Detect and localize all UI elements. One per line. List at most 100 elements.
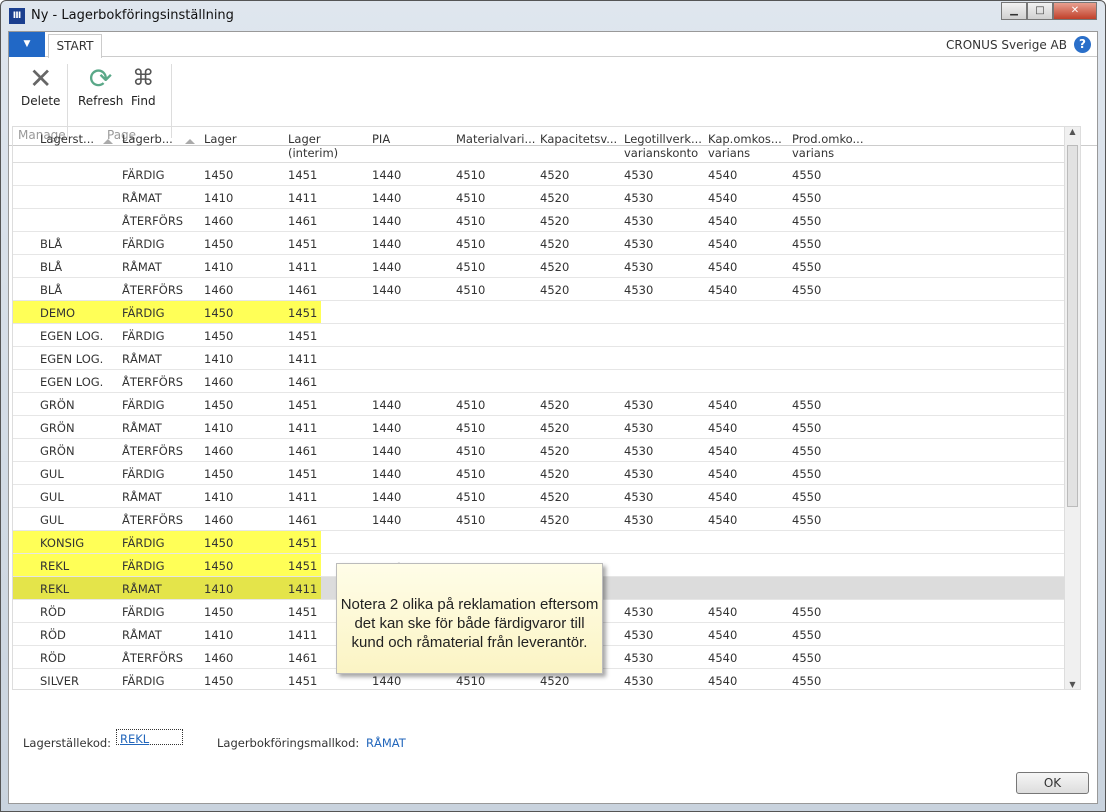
table-cell: 1440 xyxy=(372,490,402,504)
table-cell: 1451 xyxy=(288,237,318,251)
binoculars-icon: ⌘ xyxy=(132,66,155,91)
table-cell: RÅMAT xyxy=(122,490,162,504)
table-cell: 4550 xyxy=(792,490,822,504)
table-cell: 4520 xyxy=(540,674,570,688)
table-cell: 4550 xyxy=(792,674,822,688)
minimize-button[interactable]: ▁ xyxy=(1001,2,1027,20)
table-cell: RÖD xyxy=(40,628,66,642)
maximize-button[interactable]: □ xyxy=(1027,2,1053,20)
table-cell: 1411 xyxy=(288,260,318,274)
table-row[interactable]: GUL ÅTERFÖRS 1460 1461 1440 4510 4520 4530 4540 4… xyxy=(13,508,1065,531)
table-cell: 1440 xyxy=(372,260,402,274)
table-cell: 4520 xyxy=(540,283,570,297)
table-cell: 1440 xyxy=(372,467,402,481)
table-row[interactable]: EGEN LOG. RÅMAT 1410 1411 xyxy=(13,347,1065,370)
table-cell: EGEN LOG. xyxy=(40,375,104,389)
column-header[interactable]: Kapacitetsv... xyxy=(540,132,617,146)
app-menu-button[interactable]: ▼ xyxy=(9,32,45,57)
table-row[interactable]: DEMO FÄRDIG 1450 1451 xyxy=(13,301,1065,324)
table-cell: 4510 xyxy=(456,421,486,435)
table-cell: EGEN LOG. xyxy=(40,329,104,343)
table-cell: 1411 xyxy=(288,582,318,596)
template-code-link[interactable]: RÅMAT xyxy=(366,736,406,750)
tab-start[interactable]: START xyxy=(48,34,102,58)
column-header[interactable]: Lagerb... xyxy=(122,132,173,146)
table-row[interactable]: GRÖN ÅTERFÖRS 1460 1461 1440 4510 4520 4530 4540… xyxy=(13,439,1065,462)
table-cell: 1460 xyxy=(204,513,234,527)
table-row[interactable]: BLÅ FÄRDIG 1450 1451 1440 4510 4520 4530 4540 455… xyxy=(13,232,1065,255)
table-cell: 4540 xyxy=(708,191,738,205)
column-header[interactable]: Materialvari... xyxy=(456,132,535,146)
table-cell: 1460 xyxy=(204,214,234,228)
column-header[interactable]: Prod.omko... varians xyxy=(792,132,864,160)
table-cell: 1461 xyxy=(288,513,318,527)
table-cell: 1440 xyxy=(372,191,402,205)
table-cell: 4520 xyxy=(540,191,570,205)
table-cell: RÖD xyxy=(40,605,66,619)
scrollbar-thumb[interactable] xyxy=(1067,145,1078,507)
app-logo-icon: Ⅲ xyxy=(9,8,25,24)
column-header[interactable]: Lager xyxy=(204,132,237,146)
table-cell: 1451 xyxy=(288,398,318,412)
vertical-scrollbar[interactable]: ▲ ▼ xyxy=(1064,127,1080,689)
table-cell: 4540 xyxy=(708,651,738,665)
column-header[interactable]: Lager (interim) xyxy=(288,132,338,160)
table-cell: 4540 xyxy=(708,467,738,481)
table-cell: REKL xyxy=(40,559,70,573)
table-row[interactable]: GUL FÄRDIG 1450 1451 1440 4510 4520 4530 4540 455… xyxy=(13,462,1065,485)
table-row[interactable]: RÅMAT 1410 1411 1440 4510 4520 4530 4540 4550 xyxy=(13,186,1065,209)
refresh-button[interactable]: ⟳ Refresh xyxy=(78,64,123,109)
column-header[interactable]: PIA xyxy=(372,132,390,146)
table-cell: 1461 xyxy=(288,444,318,458)
table-cell: 4540 xyxy=(708,260,738,274)
table-cell: 4520 xyxy=(540,444,570,458)
table-cell: 1450 xyxy=(204,536,234,550)
table-cell: 1451 xyxy=(288,536,318,550)
table-row[interactable]: BLÅ ÅTERFÖRS 1460 1461 1440 4510 4520 4530 4540 4… xyxy=(13,278,1065,301)
table-cell: GRÖN xyxy=(40,444,75,458)
delete-button[interactable]: ✕ Delete xyxy=(21,64,60,109)
table-cell: 1460 xyxy=(204,283,234,297)
find-button[interactable]: ⌘ Find xyxy=(131,64,156,108)
table-cell: 1450 xyxy=(204,605,234,619)
table-cell: 4540 xyxy=(708,490,738,504)
table-row[interactable]: GRÖN RÅMAT 1410 1411 1440 4510 4520 4530 4540 455… xyxy=(13,416,1065,439)
table-cell: 4530 xyxy=(624,168,654,182)
table-cell: 1450 xyxy=(204,168,234,182)
table-cell: 1440 xyxy=(372,444,402,458)
table-cell: GRÖN xyxy=(40,398,75,412)
table-cell: 1450 xyxy=(204,467,234,481)
table-cell: RÅMAT xyxy=(122,352,162,366)
column-header[interactable]: Lagerst... xyxy=(40,132,94,146)
table-cell: 1411 xyxy=(288,191,318,205)
table-cell: 4530 xyxy=(624,260,654,274)
table-cell: 1450 xyxy=(204,674,234,688)
table-cell: RÅMAT xyxy=(122,260,162,274)
table-row[interactable]: BLÅ RÅMAT 1410 1411 1440 4510 4520 4530 4540 4550 xyxy=(13,255,1065,278)
ok-button[interactable]: OK xyxy=(1016,772,1089,794)
close-button[interactable]: ✕ xyxy=(1053,2,1097,20)
location-code-link[interactable]: REKL xyxy=(116,729,183,746)
help-icon[interactable]: ? xyxy=(1074,36,1091,53)
table-row[interactable]: GRÖN FÄRDIG 1450 1451 1440 4510 4520 4530 4540 45… xyxy=(13,393,1065,416)
table-row[interactable]: EGEN LOG. FÄRDIG 1450 1451 xyxy=(13,324,1065,347)
table-row[interactable]: FÄRDIG 1450 1451 1440 4510 4520 4530 4540 4550 xyxy=(13,163,1065,186)
table-row[interactable]: ÅTERFÖRS 1460 1461 1440 4510 4520 4530 4540 4550 xyxy=(13,209,1065,232)
table-cell: FÄRDIG xyxy=(122,674,165,688)
table-cell: ÅTERFÖRS xyxy=(122,513,184,527)
table-cell: 4510 xyxy=(456,260,486,274)
column-header[interactable]: Legotillverk... varianskonto xyxy=(624,132,702,160)
table-cell: 1450 xyxy=(204,559,234,573)
table-cell: 4510 xyxy=(456,237,486,251)
table-cell: SILVER xyxy=(40,674,79,688)
table-cell: 4550 xyxy=(792,214,822,228)
table-cell: 4510 xyxy=(456,444,486,458)
table-cell: 4550 xyxy=(792,513,822,527)
column-header[interactable]: Kap.omkos... varians xyxy=(708,132,782,160)
table-row[interactable]: KONSIG FÄRDIG 1450 1451 xyxy=(13,531,1065,554)
table-cell: 1410 xyxy=(204,582,234,596)
table-cell: FÄRDIG xyxy=(122,467,165,481)
table-cell: 4550 xyxy=(792,168,822,182)
table-row[interactable]: GUL RÅMAT 1410 1411 1440 4510 4520 4530 4540 4550 xyxy=(13,485,1065,508)
table-row[interactable]: EGEN LOG. ÅTERFÖRS 1460 1461 xyxy=(13,370,1065,393)
